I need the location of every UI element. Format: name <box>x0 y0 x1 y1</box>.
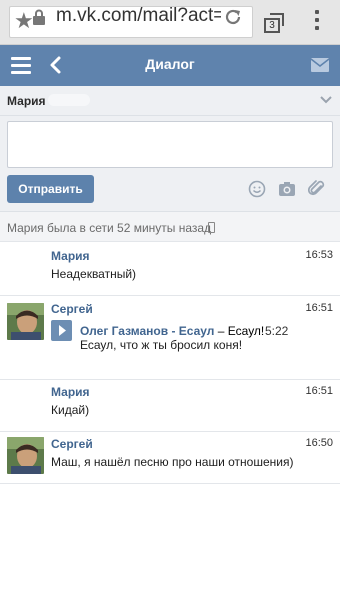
message-time: 16:51 <box>305 385 333 397</box>
app-header: Диалог <box>0 45 340 86</box>
camera-icon[interactable] <box>278 180 296 198</box>
play-icon[interactable] <box>51 320 72 341</box>
audio-artist[interactable]: Олег Газманов - Есаул <box>80 324 214 338</box>
message-text: Есаул, что ж ты бросил коня! <box>80 338 243 352</box>
message-item[interactable]: Сергей 16:50 Маш, я нашёл песню про наши… <box>0 432 340 484</box>
reload-icon[interactable] <box>222 6 244 28</box>
page-title: Диалог <box>145 56 195 72</box>
recipient-surname-hidden <box>48 94 90 106</box>
audio-dash: – <box>214 324 228 338</box>
message-author[interactable]: Мария <box>51 249 90 263</box>
compose-panel: Отправить <box>0 116 340 212</box>
send-button[interactable]: Отправить <box>7 175 94 203</box>
phone-icon <box>208 222 215 233</box>
recipient-name: Мария <box>7 94 46 108</box>
message-text: Неадекватный) <box>51 267 137 281</box>
audio-duration: 5:22 <box>265 324 289 338</box>
message-author[interactable]: Сергей <box>51 302 93 316</box>
status-text: Мария была в сети 52 минуты назад <box>7 221 212 235</box>
recipient-bar[interactable]: Мария <box>0 86 340 116</box>
lock-icon <box>33 9 45 25</box>
message-time: 16:50 <box>305 437 333 449</box>
message-input[interactable] <box>7 121 333 168</box>
message-text: Маш, я нашёл песню про наши отношения) <box>51 455 294 469</box>
audio-song: Есаул! <box>227 324 265 338</box>
message-text: Кидай) <box>51 403 90 417</box>
avatar[interactable] <box>7 437 44 474</box>
message-author[interactable]: Мария <box>51 385 90 399</box>
star-icon[interactable]: ★ <box>14 9 34 33</box>
message-author[interactable]: Сергей <box>51 437 93 451</box>
message-item[interactable]: Мария 16:53 Неадекватный) <box>0 242 340 296</box>
online-status: Мария была в сети 52 минуты назад <box>0 212 340 242</box>
menu-icon[interactable] <box>312 10 322 34</box>
message-item[interactable]: Сергей 16:51 Олег Газманов - Есаул – Еса… <box>0 296 340 380</box>
message-time: 16:53 <box>305 249 333 261</box>
audio-title[interactable]: Олег Газманов - Есаул – Есаул! <box>80 324 264 338</box>
browser-toolbar: ★ m.vk.com/mail?act=s 3 <box>0 0 340 45</box>
message-item[interactable]: Мария 16:51 Кидай) <box>0 380 340 432</box>
message-time: 16:51 <box>305 302 333 314</box>
chevron-down-icon[interactable] <box>320 95 332 105</box>
mail-icon[interactable] <box>311 58 329 72</box>
paperclip-icon[interactable] <box>308 180 326 198</box>
url-text[interactable]: m.vk.com/mail?act=s <box>56 6 221 26</box>
tab-count: 3 <box>264 18 280 33</box>
smile-icon[interactable] <box>248 180 266 198</box>
avatar[interactable] <box>7 303 44 340</box>
